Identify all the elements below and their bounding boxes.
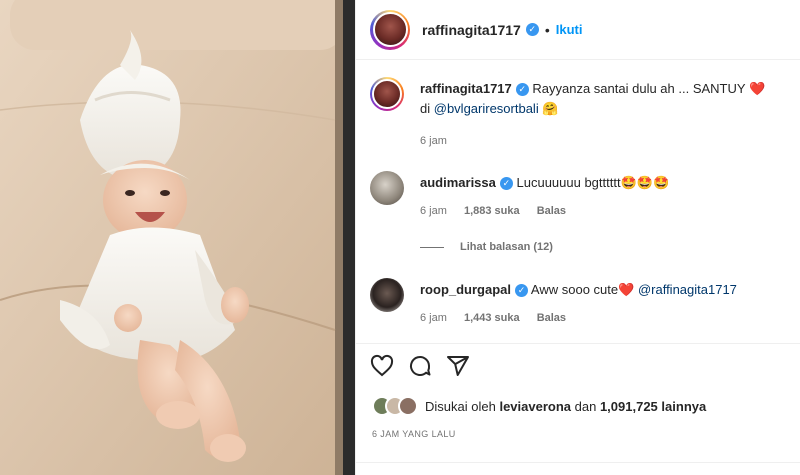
comment-emoji: ❤️ (618, 282, 635, 297)
comment-likes[interactable]: 1,883 suka (464, 205, 520, 217)
likes-summary: Disukai oleh leviaverona dan 1,091,725 l… (372, 396, 706, 416)
comment-time[interactable]: 6 jam (420, 205, 447, 217)
post-side-panel: raffinagita1717 ✓ • Ikuti raffinagita171… (355, 0, 800, 475)
likes-middle: dan (574, 398, 597, 414)
comment-username[interactable]: roop_durgapal (420, 282, 511, 297)
caption-text: raffinagita1717 ✓ Rayyanza santai dulu ah… (420, 79, 790, 119)
caption: raffinagita1717 ✓ Rayyanza santai dulu ah… (370, 77, 790, 157)
replies-divider (420, 246, 444, 248)
add-comment-bar[interactable] (356, 462, 800, 475)
comment-item: roop_durgapal ✓ Aww sooo cute❤️ @raffinag… (370, 278, 790, 338)
caption-heart-emoji: ❤️ (748, 81, 766, 96)
post-header: raffinagita1717 ✓ • Ikuti (356, 0, 800, 60)
commenter-avatar[interactable] (370, 171, 404, 205)
separator-dot: • (544, 21, 550, 38)
reply-button[interactable]: Balas (537, 205, 566, 217)
post-photo[interactable] (0, 0, 355, 475)
author-avatar[interactable] (370, 9, 410, 50)
caption-username[interactable]: raffinagita1717 (420, 81, 512, 96)
author-username[interactable]: raffinagita1717 (422, 22, 521, 38)
view-replies-button[interactable]: Lihat balasan (12) (420, 241, 553, 253)
caption-time[interactable]: 6 jam (420, 135, 447, 147)
comment-meta: 6 jam 1,883 suka Balas (420, 205, 580, 217)
comment-item: audimarissa ✓ Lucuuuuuu bgtttttt🤩🤩🤩 6 jam… (370, 171, 790, 231)
post-date[interactable]: 6 JAM YANG LALU (372, 429, 456, 439)
verified-icon: ✓ (525, 23, 539, 36)
caption-mention-link[interactable]: @bvlgariresortbali (434, 101, 539, 116)
comment-text: roop_durgapal ✓ Aww sooo cute❤️ @raffinag… (420, 280, 790, 300)
comment-text: audimarissa ✓ Lucuuuuuu bgtttttt🤩🤩🤩 (420, 173, 790, 193)
baby-photo-illustration (0, 0, 355, 475)
likes-text: Disukai oleh leviaverona dan 1,091,725 l… (425, 399, 706, 414)
follow-button[interactable]: Ikuti (556, 22, 583, 37)
comment-message: Lucuuuuuu bgtttttt (516, 175, 621, 190)
caption-meta: 6 jam (420, 135, 461, 147)
post-actions: Disukai oleh leviaverona dan 1,091,725 l… (356, 343, 800, 475)
liker-avatar[interactable] (398, 396, 418, 416)
comment-username[interactable]: audimarissa (420, 175, 496, 190)
likes-user-link[interactable]: leviaverona (499, 399, 571, 414)
instagram-post-view: raffinagita1717 ✓ • Ikuti raffinagita171… (0, 0, 800, 475)
caption-location-prefix: di (420, 101, 431, 116)
verified-icon: ✓ (515, 83, 529, 97)
comment-mention-link[interactable]: @raffinagita1717 (638, 282, 737, 297)
verified-icon: ✓ (499, 177, 513, 191)
heart-icon[interactable] (370, 354, 394, 378)
likes-prefix: Disukai oleh (425, 398, 496, 414)
comment-time[interactable]: 6 jam (420, 312, 447, 324)
view-replies-label: Lihat balasan (12) (460, 241, 553, 253)
action-icons (370, 354, 470, 378)
share-icon[interactable] (446, 354, 470, 378)
comment-likes[interactable]: 1,443 suka (464, 312, 520, 324)
comment-icon[interactable] (408, 354, 432, 378)
caption-author-avatar[interactable] (370, 77, 404, 111)
comment-meta: 6 jam 1,443 suka Balas (420, 312, 580, 324)
commenter-avatar[interactable] (370, 278, 404, 312)
comment-message: Aww sooo cute (530, 282, 619, 297)
likes-suffix[interactable]: lainnya (661, 399, 706, 414)
likes-count[interactable]: 1,091,725 (600, 399, 658, 414)
caption-hug-emoji: 🤗 (542, 101, 559, 116)
verified-icon: ✓ (515, 284, 529, 298)
caption-message: Rayyanza santai dulu ah ... SANTUY (532, 81, 746, 96)
comments-list: raffinagita1717 ✓ Rayyanza santai dulu ah… (356, 61, 800, 343)
comment-emoji: 🤩🤩🤩 (620, 175, 670, 190)
reply-button[interactable]: Balas (537, 312, 566, 324)
